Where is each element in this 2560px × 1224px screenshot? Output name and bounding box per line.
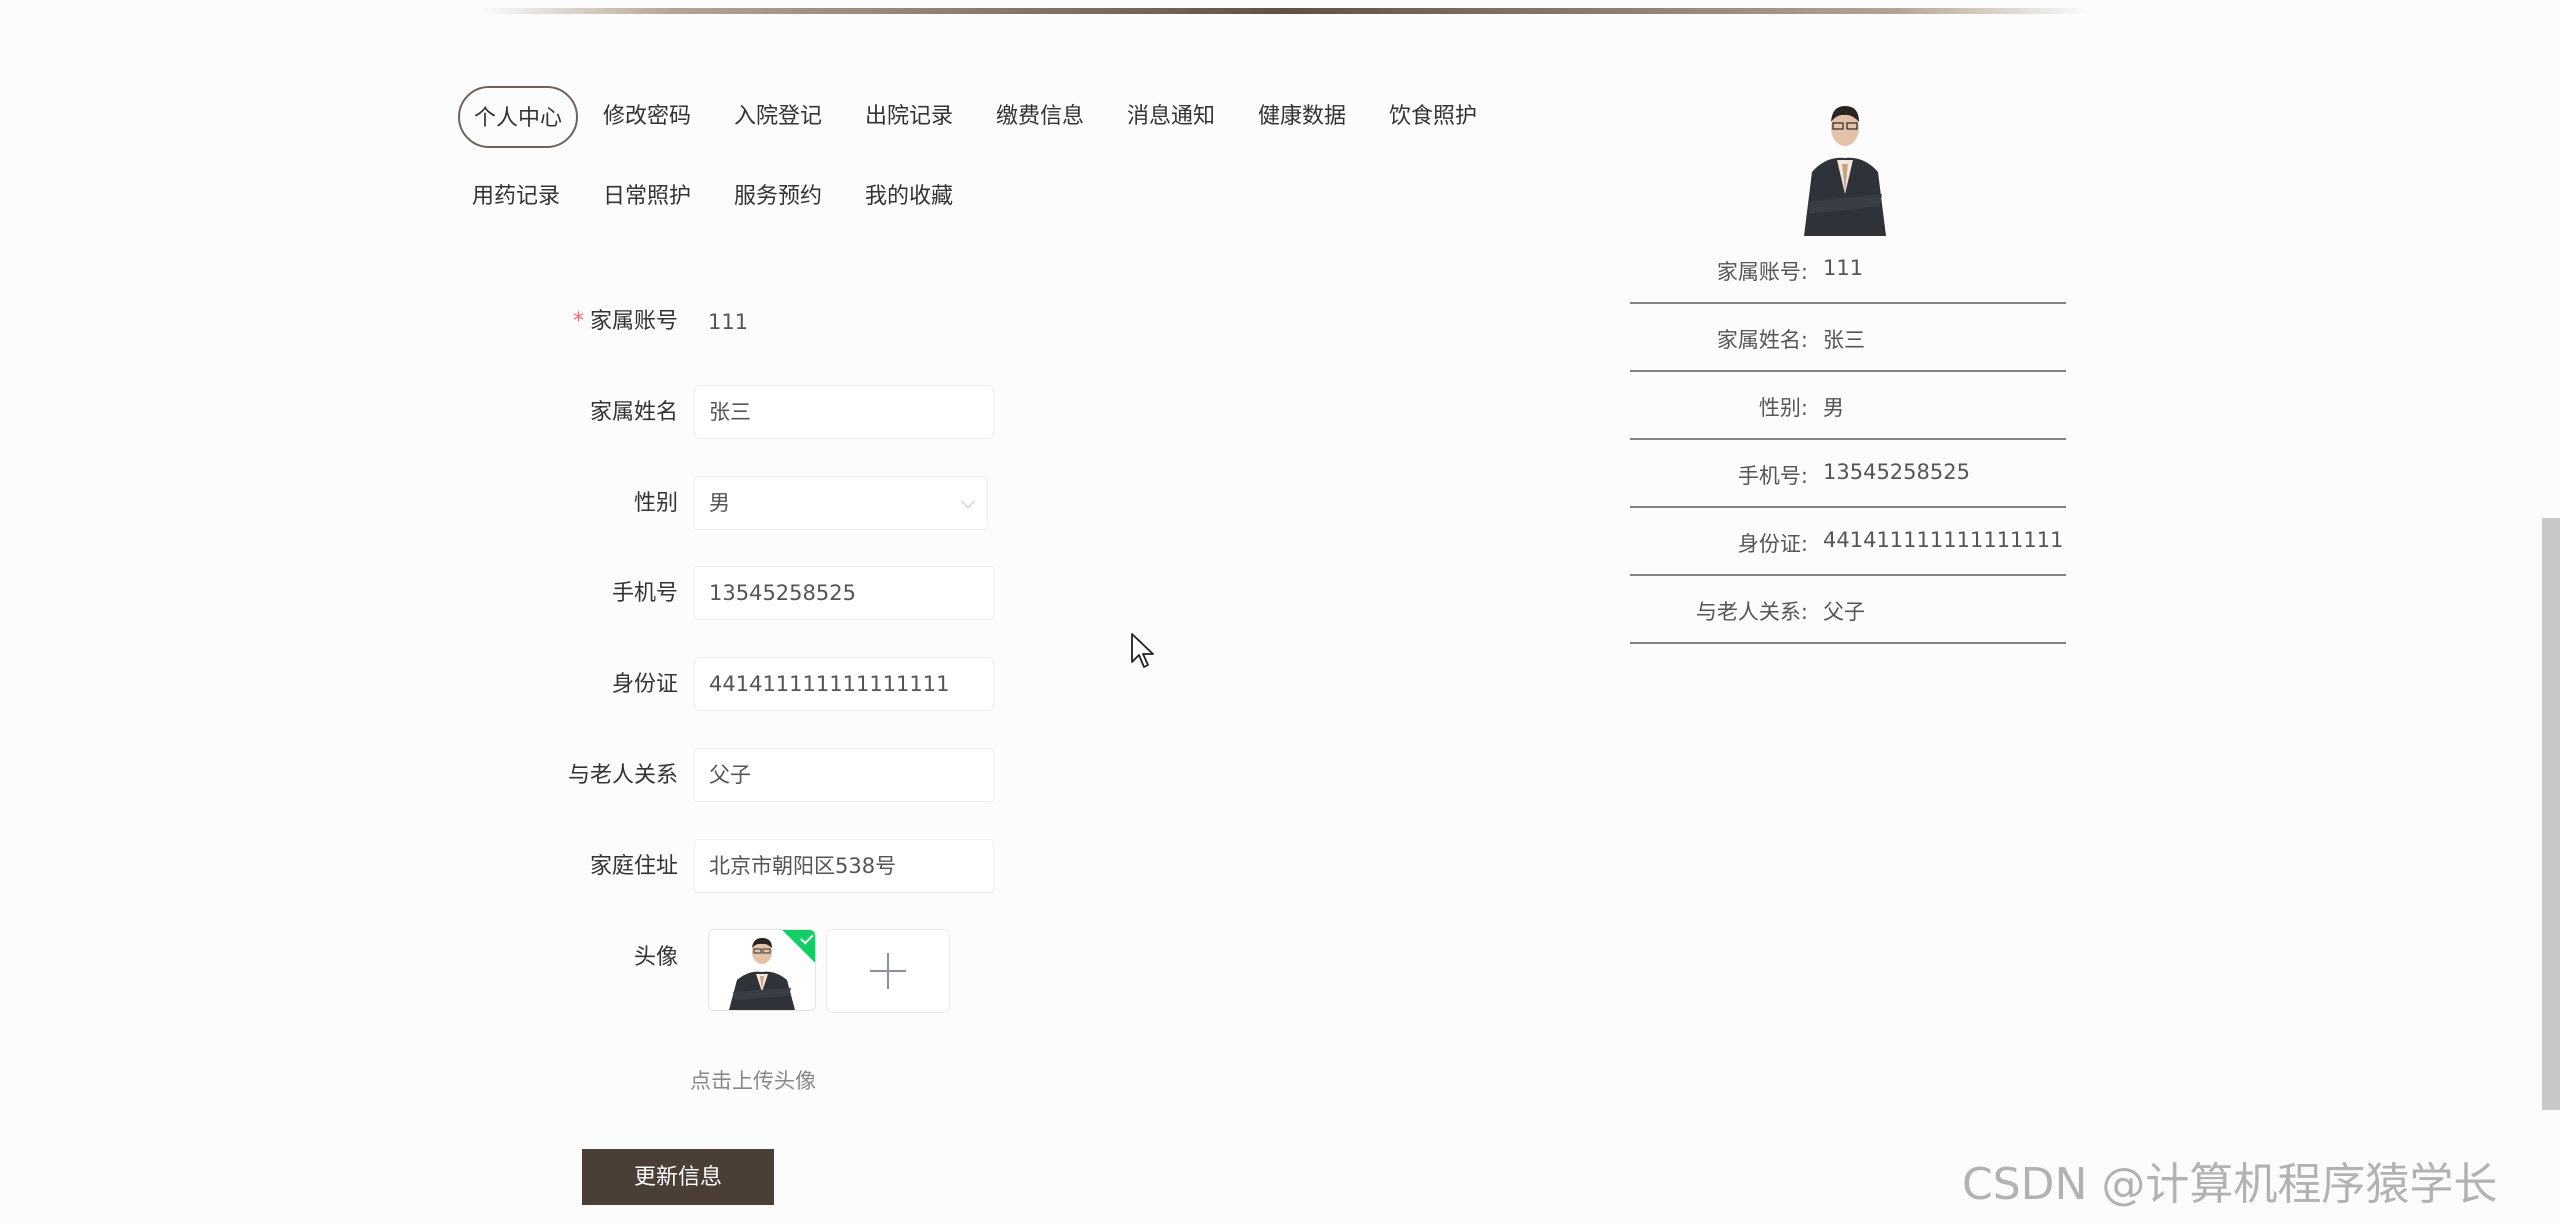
tab-diet-care[interactable]: 饮食照护 — [1375, 86, 1491, 148]
profile-label: 与老人关系: — [1695, 600, 1808, 624]
profile-label: 性别: — [1758, 396, 1808, 420]
profile-row-name: 家属姓名: 张三 — [1630, 302, 2066, 372]
upload-tip: 点击上传头像 — [690, 1069, 816, 1093]
tab-health-data[interactable]: 健康数据 — [1244, 86, 1360, 148]
watermark: CSDN @计算机程序猿学长 — [1962, 1159, 2498, 1210]
address-label: 家庭住址 — [589, 854, 678, 879]
tab-service-booking[interactable]: 服务预约 — [720, 166, 836, 228]
profile-value: 父子 — [1823, 600, 1865, 624]
profile-label: 家属姓名: — [1716, 328, 1808, 352]
relation-label: 与老人关系 — [567, 763, 678, 788]
profile-label: 手机号: — [1737, 464, 1808, 488]
profile-value: 441411111111111111 — [1823, 528, 2064, 552]
vertical-scrollbar[interactable] — [2542, 518, 2560, 1110]
tab-messages[interactable]: 消息通知 — [1113, 86, 1229, 148]
mouse-cursor-icon — [1131, 633, 1154, 668]
person-avatar-image — [1790, 94, 1900, 236]
profile-value: 男 — [1823, 396, 1844, 420]
account-label: * 家属账号 — [572, 309, 678, 334]
gender-label: 性别 — [633, 491, 678, 516]
gender-selected-value: 男 — [709, 491, 730, 515]
required-mark: * — [572, 309, 584, 334]
name-input[interactable]: 张三 — [694, 385, 994, 439]
profile-row-gender: 性别: 男 — [1630, 370, 2066, 440]
profile-label: 身份证: — [1737, 532, 1808, 556]
profile-label: 家属账号: — [1716, 260, 1808, 284]
avatar-thumbnail[interactable] — [708, 929, 816, 1011]
tab-change-password[interactable]: 修改密码 — [589, 86, 705, 148]
phone-label: 手机号 — [611, 581, 678, 606]
tab-personal-center[interactable]: 个人中心 — [458, 86, 579, 148]
account-value: 111 — [708, 310, 749, 334]
tab-discharge[interactable]: 出院记录 — [851, 86, 967, 148]
top-decor-bar — [480, 8, 2090, 14]
profile-row-relation: 与老人关系: 父子 — [1630, 574, 2066, 644]
profile-avatar — [1790, 94, 1900, 236]
profile-row-phone: 手机号: 13545258525 — [1630, 438, 2066, 508]
tab-admission[interactable]: 入院登记 — [720, 86, 836, 148]
tab-medication[interactable]: 用药记录 — [458, 166, 574, 228]
profile-value: 张三 — [1823, 328, 1865, 352]
id-card-input[interactable]: 441411111111111111 — [694, 657, 994, 711]
id-card-label: 身份证 — [611, 672, 678, 697]
tab-favorites[interactable]: 我的收藏 — [851, 166, 967, 228]
gender-select[interactable]: 男 — [694, 476, 988, 530]
phone-input[interactable]: 13545258525 — [694, 566, 994, 620]
profile-row-account: 家属账号: 111 — [1630, 234, 2066, 304]
tab-payment[interactable]: 缴费信息 — [982, 86, 1098, 148]
avatar-label: 头像 — [633, 945, 678, 970]
chevron-down-icon — [960, 493, 976, 509]
name-label: 家属姓名 — [589, 400, 678, 425]
profile-row-id-card: 身份证: 441411111111111111 — [1630, 506, 2066, 576]
relation-input[interactable]: 父子 — [694, 748, 994, 802]
profile-value: 13545258525 — [1823, 460, 1970, 484]
avatar-upload-button[interactable] — [826, 929, 950, 1013]
profile-value: 111 — [1823, 256, 1864, 280]
update-info-button[interactable]: 更新信息 — [582, 1149, 774, 1205]
address-input[interactable]: 北京市朝阳区538号 — [694, 839, 994, 893]
tab-daily-care[interactable]: 日常照护 — [589, 166, 705, 228]
